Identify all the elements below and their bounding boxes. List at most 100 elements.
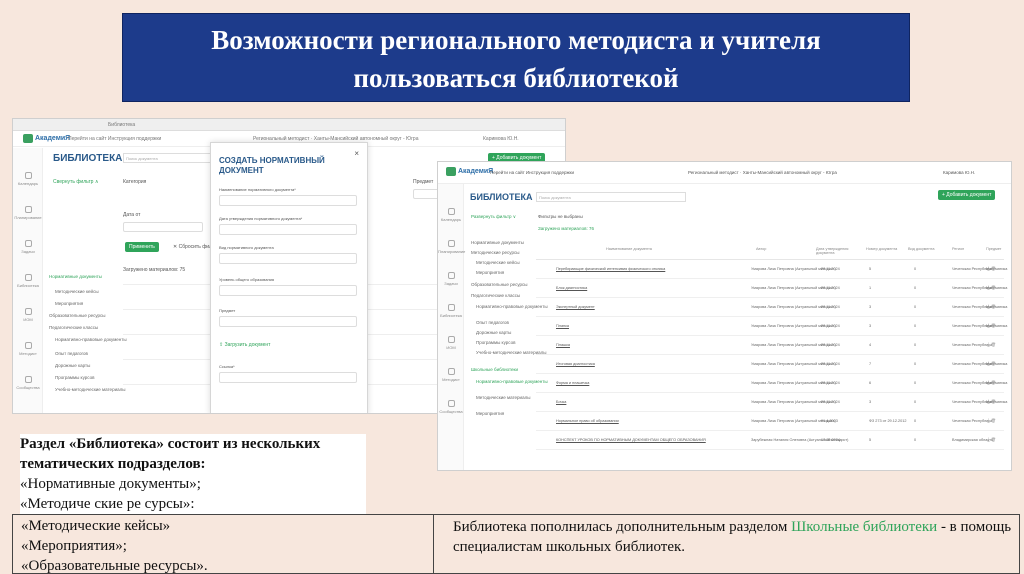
browser-bar: Библиотека	[13, 119, 565, 131]
side-item[interactable]: Опыт педагогов	[55, 351, 88, 356]
side-item[interactable]: Мероприятия	[55, 301, 83, 306]
add-document-button[interactable]: + Добавить документ	[938, 190, 996, 200]
delete-icon[interactable]: 🗑	[991, 266, 996, 271]
nav-library[interactable]: Библиотека	[438, 304, 464, 318]
doc-name-input[interactable]	[219, 195, 357, 206]
nav-calendar[interactable]: Календарь	[438, 208, 464, 222]
nav-tasks[interactable]: Задачи	[13, 240, 43, 254]
delete-icon[interactable]: 🗑	[991, 418, 996, 423]
table-row[interactable]: Экспертный документ Умарова Лиза Петровна…	[536, 298, 1007, 317]
nav-label: Библиотека	[17, 283, 39, 288]
nav-communities[interactable]: Сообщества	[13, 376, 43, 390]
link-input[interactable]	[219, 372, 357, 383]
side-item[interactable]: Методические ресурсы	[471, 250, 519, 255]
table-body: Перебирающие физический интенсивия физич…	[536, 260, 1007, 450]
top-links[interactable]: Перейти на сайт Инструкция поддержки	[490, 170, 574, 175]
column-divider	[433, 515, 434, 573]
side-item[interactable]: Опыт педагогов	[476, 320, 509, 325]
doc-kind-select[interactable]	[219, 253, 357, 264]
nav-iom[interactable]: ИОМ	[438, 336, 464, 350]
document-name[interactable]: Плашка	[556, 343, 570, 347]
nav-library[interactable]: Библиотека	[13, 274, 43, 288]
document-name[interactable]: Бочка	[556, 400, 566, 404]
doc-name-label: Наименование нормативного документа*	[219, 187, 296, 192]
side-item[interactable]: Программы курсов	[55, 375, 94, 380]
side-item[interactable]: Дорожные карты	[476, 330, 511, 335]
search-input[interactable]: Поиск документа	[536, 192, 686, 202]
nav-iom[interactable]: ИОМ	[13, 308, 43, 322]
table-row[interactable]: Форма и плашечка Умарова Лиза Петровна (А…	[536, 374, 1007, 393]
table-row[interactable]: Перебирающие физический интенсивия физич…	[536, 260, 1007, 279]
table-row[interactable]: Бочка Умарова Лиза Петровна (Актуальный м…	[536, 393, 1007, 412]
document-name[interactable]: Планка	[556, 324, 569, 328]
table-row[interactable]: Нормальное право об образовании Умарова Л…	[536, 412, 1004, 431]
delete-icon[interactable]: 🗑	[991, 342, 996, 347]
user-name[interactable]: Каримова Ю.Н.	[483, 136, 519, 142]
side-item[interactable]: Педагогические классы	[471, 293, 520, 298]
table-row[interactable]: Итоговая диагностика Умарова Лиза Петровн…	[536, 355, 1007, 374]
filter-toggle[interactable]: Свернуть фильтр ∧	[53, 179, 98, 185]
nav-tasks[interactable]: Задачи	[438, 272, 464, 286]
date-field[interactable]	[123, 222, 203, 232]
nav-communities[interactable]: Сообщества	[438, 400, 464, 414]
table-row[interactable]: Плашка Умарова Лиза Петровна (Актуальный …	[536, 336, 1004, 355]
search-input[interactable]: Поиск документа	[123, 153, 223, 163]
side-item[interactable]: Мероприятия	[476, 411, 504, 416]
planning-icon	[24, 206, 32, 213]
nav-methodist[interactable]: Методист	[438, 368, 464, 382]
delete-icon[interactable]: 🗑	[991, 437, 996, 442]
close-icon[interactable]: ×	[354, 149, 359, 158]
subject-select[interactable]	[219, 316, 357, 327]
apply-button[interactable]: Применить	[125, 242, 159, 252]
document-name[interactable]: Блок диагностика	[556, 286, 587, 290]
delete-icon[interactable]: 🗑	[991, 399, 996, 404]
document-date: 28.11.2024	[821, 362, 840, 366]
side-item[interactable]: Методические кейсы	[476, 260, 520, 265]
filter-toggle[interactable]: Развернуть фильтр ∨	[471, 214, 516, 220]
side-item[interactable]: Программы курсов	[476, 340, 515, 345]
academy-logo[interactable]: АкадемиЯ	[446, 167, 493, 176]
delete-icon[interactable]: 🗑	[991, 361, 996, 366]
delete-icon[interactable]: 🗑	[991, 323, 996, 328]
edu-level-select[interactable]	[219, 285, 357, 296]
side-item[interactable]: Учебно-методические материалы	[55, 387, 125, 392]
delete-icon[interactable]: 🗑	[991, 304, 996, 309]
side-item[interactable]: Дорожные карты	[55, 363, 90, 368]
group-icon	[24, 376, 32, 383]
nav-planning[interactable]: Планирование	[13, 206, 43, 220]
row-actions: ⤓ 🗑	[987, 437, 996, 443]
user-name[interactable]: Каримова Ю.Н.	[943, 170, 975, 175]
col-header: Номер документа	[866, 247, 898, 251]
document-name[interactable]: Итоговая диагностика	[556, 362, 595, 366]
nav-methodist[interactable]: Методист	[13, 342, 43, 356]
document-kind: 0	[914, 267, 917, 271]
side-item[interactable]: Методические материалы	[476, 395, 530, 400]
col-header: Наименование документа	[606, 247, 652, 251]
delete-icon[interactable]: 🗑	[991, 380, 996, 385]
side-item-school-libraries[interactable]: Школьные библиотеки	[471, 367, 518, 372]
document-name[interactable]: Экспертный документ	[556, 305, 595, 309]
doc-date-input[interactable]	[219, 224, 357, 235]
side-item[interactable]: Педагогические классы	[49, 325, 98, 330]
document-name[interactable]: Форма и плашечка	[556, 381, 589, 385]
side-item[interactable]: Образовательные ресурсы	[471, 282, 528, 287]
document-number: 3	[869, 324, 872, 328]
upload-document-link[interactable]: ⇪ Загрузить документ	[219, 342, 270, 348]
document-name[interactable]: Нормальное право об образовании	[556, 419, 619, 423]
table-row[interactable]: КОНСПЕКТ УРОКОВ ПО НОРМАТИВНЫМ ДОКУМЕНТА…	[536, 431, 1004, 450]
academy-logo[interactable]: АкадемиЯ	[23, 134, 70, 143]
nav-planning[interactable]: Планирование	[438, 240, 465, 254]
document-name[interactable]: Перебирающие физический интенсивия физич…	[556, 267, 665, 271]
side-item[interactable]: Нормативные документы	[471, 240, 524, 245]
delete-icon[interactable]: 🗑	[991, 285, 996, 290]
side-item[interactable]: Образовательные ресурсы	[49, 313, 106, 318]
document-name[interactable]: КОНСПЕКТ УРОКОВ ПО НОРМАТИВНЫМ ДОКУМЕНТА…	[556, 438, 706, 442]
nav-calendar[interactable]: Календарь	[13, 172, 43, 186]
side-item[interactable]: Мероприятия	[476, 270, 504, 275]
side-item[interactable]: Нормативные документы	[49, 274, 102, 279]
table-row[interactable]: Планка Умарова Лиза Петровна (Актуальный …	[536, 317, 1007, 336]
side-item[interactable]: Методические кейсы	[55, 289, 99, 294]
table-row[interactable]: Блок диагностика Умарова Лиза Петровна (А…	[536, 279, 1007, 298]
top-links[interactable]: Перейти на сайт Инструкция поддержки	[68, 136, 161, 142]
side-item[interactable]: Нормативно-правовые документы	[55, 337, 127, 342]
